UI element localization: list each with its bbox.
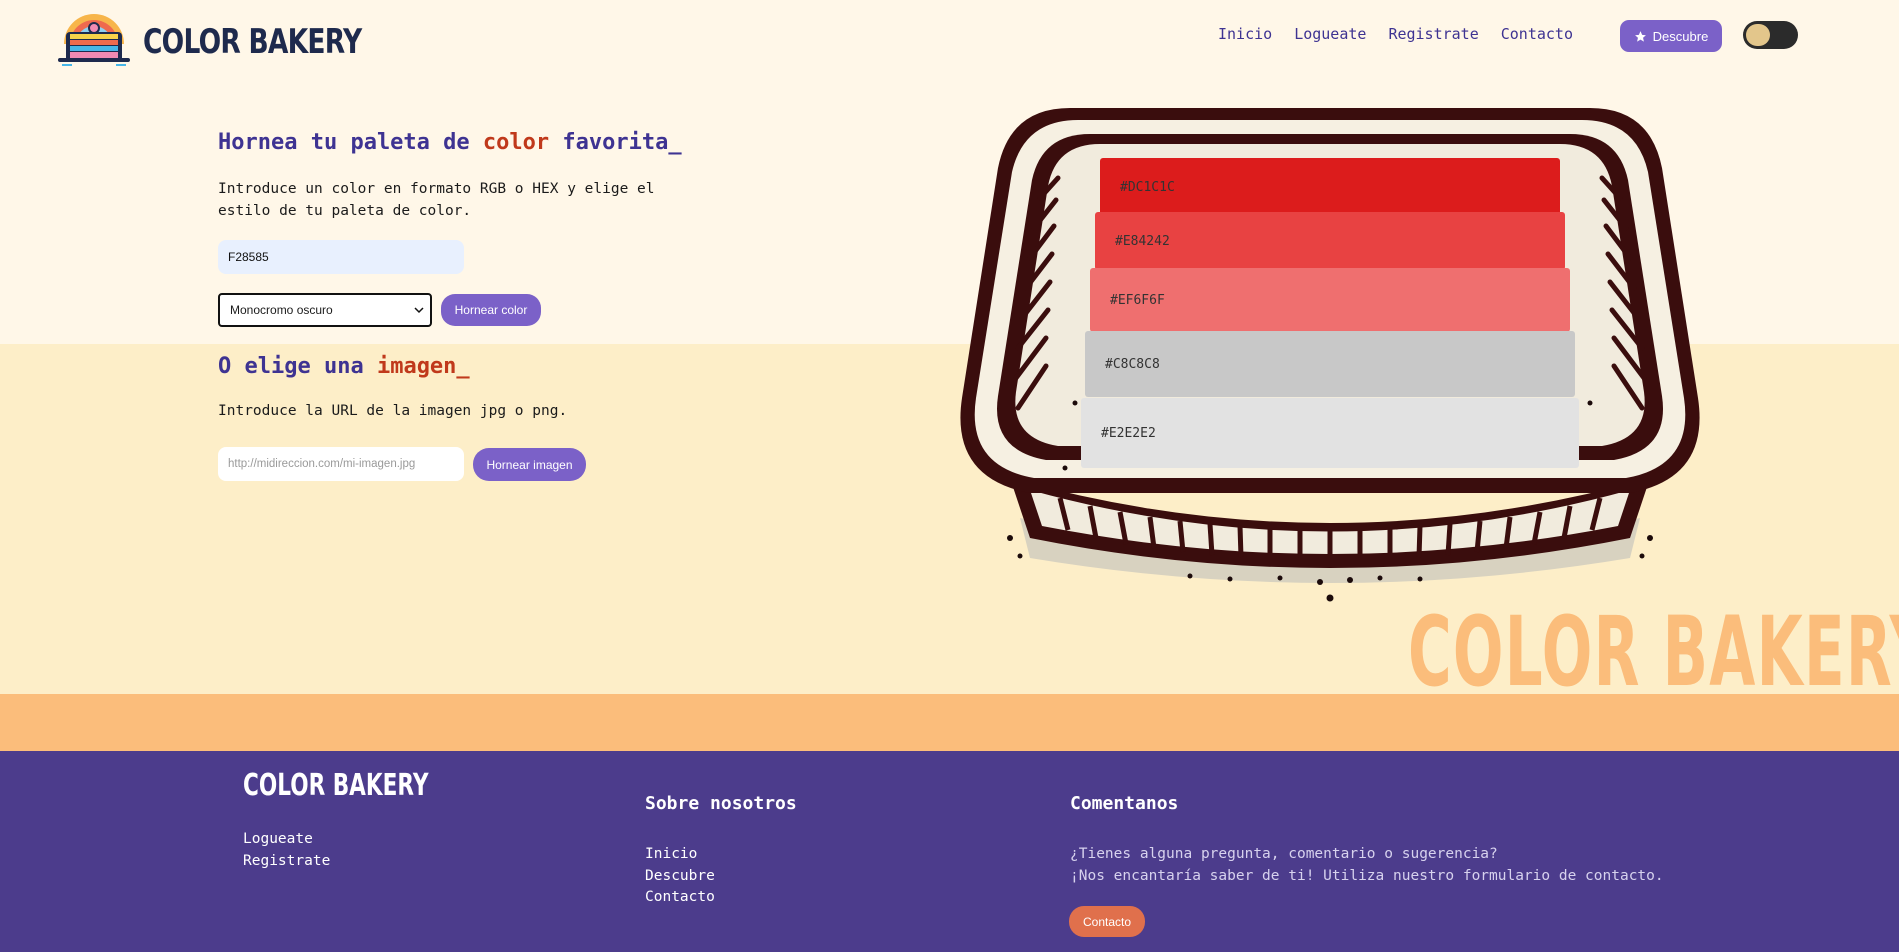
footer-link-contacto[interactable]: Contacto xyxy=(645,889,715,905)
palette-swatch[interactable]: #C8C8C8 xyxy=(1085,331,1575,397)
footer-about-heading: Sobre nosotros xyxy=(645,793,797,814)
footer-comments-line1: ¿Tienes alguna pregunta, comentario o su… xyxy=(1070,846,1498,862)
footer-comments-line2: ¡Nos encantaría saber de ti! Utiliza nue… xyxy=(1070,868,1664,884)
footer-link-descubre[interactable]: Descubre xyxy=(645,868,715,884)
star-icon xyxy=(1634,30,1646,42)
image-url-input[interactable]: http://midireccion.com/mi-imagen.jpg xyxy=(218,447,464,481)
color-input[interactable]: F28585 xyxy=(218,240,464,274)
theme-toggle-knob xyxy=(1746,24,1770,46)
main-nav: Inicio Logueate Registrate Contacto xyxy=(1218,25,1573,43)
footer-brand[interactable]: COLOR BAKERY xyxy=(243,768,428,803)
discover-button-label: Descubre xyxy=(1652,28,1709,44)
title-text-end: favorita_ xyxy=(549,130,682,155)
chevron-down-icon xyxy=(414,307,424,314)
palette-style-select[interactable]: Monocromo oscuro xyxy=(218,293,432,327)
title-accent: color xyxy=(482,130,550,155)
palette-style-selected: Monocromo oscuro xyxy=(230,303,333,317)
palette-form-description: Introduce un color en formato RGB o HEX … xyxy=(218,181,655,219)
brand-logo[interactable] xyxy=(56,6,132,68)
theme-toggle[interactable] xyxy=(1743,21,1798,49)
nav-link-registrate[interactable]: Registrate xyxy=(1388,25,1478,43)
brand-name[interactable]: COLOR BAKERY xyxy=(143,22,362,62)
swatch-hex-label: #E84242 xyxy=(1115,233,1170,249)
basket-illustration: #DC1C1C #E84242 #EF6F6F #C8C8C8 #E2E2E2 xyxy=(950,98,1710,618)
footer-contact-button[interactable]: Contacto xyxy=(1069,906,1145,937)
image-form-title: O elige una imagen_ xyxy=(218,354,470,379)
palette-form-title: Hornea tu paleta de color favorita_ xyxy=(218,130,682,155)
bake-color-button[interactable]: Hornear color xyxy=(441,294,541,326)
swatch-hex-label: #EF6F6F xyxy=(1110,292,1165,308)
footer-comments-heading: Comentanos xyxy=(1070,793,1179,814)
bake-image-button[interactable]: Hornear imagen xyxy=(473,448,586,481)
image-title-text: O elige una xyxy=(218,354,377,379)
nav-link-inicio[interactable]: Inicio xyxy=(1218,25,1272,43)
image-form-description: Introduce la URL de la imagen jpg o png. xyxy=(218,403,568,419)
palette-swatch[interactable]: #E84242 xyxy=(1095,212,1565,270)
footer-link-inicio[interactable]: Inicio xyxy=(645,846,697,862)
palette-swatch[interactable]: #DC1C1C xyxy=(1100,158,1560,216)
rainbow-cake-icon xyxy=(58,14,130,66)
image-title-accent: imagen_ xyxy=(376,354,470,379)
title-text: Hornea tu paleta de xyxy=(218,130,483,155)
footer-link-logueate[interactable]: Logueate xyxy=(243,831,313,847)
brand-watermark: COLOR BAKERY xyxy=(1408,596,1899,708)
discover-button[interactable]: Descubre xyxy=(1620,20,1722,52)
nav-link-logueate[interactable]: Logueate xyxy=(1294,25,1366,43)
nav-link-contacto[interactable]: Contacto xyxy=(1501,25,1573,43)
swatch-hex-label: #DC1C1C xyxy=(1120,179,1175,195)
palette-swatch[interactable]: #EF6F6F xyxy=(1090,268,1570,332)
footer-link-registrate[interactable]: Registrate xyxy=(243,853,330,869)
swatch-hex-label: #C8C8C8 xyxy=(1105,356,1160,372)
swatch-hex-label: #E2E2E2 xyxy=(1101,425,1156,441)
palette-swatch[interactable]: #E2E2E2 xyxy=(1081,398,1579,468)
